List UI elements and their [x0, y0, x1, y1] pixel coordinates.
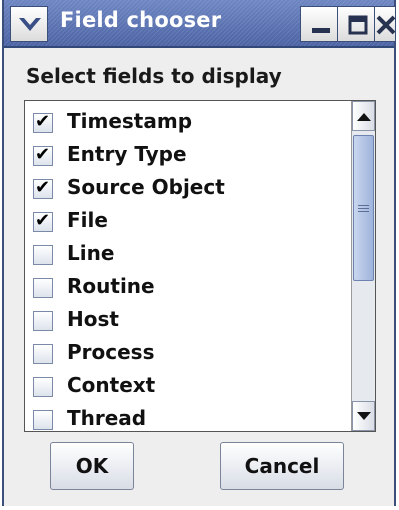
- list-item-source-object[interactable]: ✔ Source Object: [31, 173, 351, 205]
- field-label: Source Object: [67, 175, 225, 199]
- scroll-down-button[interactable]: [352, 401, 375, 431]
- field-label: Thread: [67, 406, 147, 430]
- scroll-thumb[interactable]: [353, 135, 374, 281]
- list-item-file[interactable]: ✔ File: [31, 206, 351, 238]
- list-item-process[interactable]: Process: [31, 338, 351, 370]
- close-icon: [376, 15, 396, 35]
- field-label: Context: [67, 373, 156, 397]
- list-item-timestamp[interactable]: ✔ Timestamp: [31, 107, 351, 139]
- close-button[interactable]: [374, 6, 396, 42]
- arrow-up-icon: [357, 113, 371, 121]
- list-item-line[interactable]: Line: [31, 239, 351, 271]
- list-item-context[interactable]: Context: [31, 371, 351, 403]
- field-label: Entry Type: [67, 142, 187, 166]
- chevron-down-icon: [19, 18, 41, 31]
- list-item-entry-type[interactable]: ✔ Entry Type: [31, 140, 351, 172]
- checkbox-entry-type[interactable]: ✔: [33, 144, 53, 166]
- field-label: Host: [67, 307, 119, 331]
- list-item-host[interactable]: Host: [31, 305, 351, 337]
- grip-line: [358, 211, 369, 212]
- check-mark-icon: ✔: [35, 210, 51, 231]
- checkbox-line[interactable]: [33, 245, 53, 265]
- field-label: Timestamp: [67, 109, 193, 133]
- checkbox-timestamp[interactable]: ✔: [33, 111, 53, 133]
- grip-line: [358, 205, 369, 206]
- checkbox-host[interactable]: [33, 311, 53, 331]
- checkbox-file[interactable]: ✔: [33, 210, 53, 232]
- vertical-scrollbar[interactable]: [351, 101, 375, 431]
- list-item-thread[interactable]: Thread: [31, 404, 351, 431]
- cancel-button[interactable]: Cancel: [220, 442, 344, 490]
- check-mark-icon: ✔: [35, 111, 51, 132]
- arrow-down-icon: [357, 412, 371, 420]
- field-label: File: [67, 208, 108, 232]
- title-bar[interactable]: Field chooser: [4, 0, 396, 48]
- field-chooser-window: Field chooser Select fields to display ✔…: [2, 0, 396, 506]
- minimize-icon: [312, 28, 330, 33]
- field-label: Line: [67, 241, 115, 265]
- list-item-routine[interactable]: Routine: [31, 272, 351, 304]
- grip-line: [358, 208, 369, 209]
- window-bottom-border: [4, 498, 394, 506]
- instruction-heading: Select fields to display: [26, 64, 282, 88]
- field-list-items: ✔ Timestamp ✔ Entry Type ✔ Source Object…: [25, 101, 351, 431]
- checkbox-source-object[interactable]: ✔: [33, 177, 53, 199]
- field-list: ✔ Timestamp ✔ Entry Type ✔ Source Object…: [24, 100, 376, 432]
- ok-button[interactable]: OK: [50, 442, 134, 490]
- check-mark-icon: ✔: [35, 144, 51, 165]
- checkbox-routine[interactable]: [33, 278, 53, 298]
- minimize-button[interactable]: [300, 6, 340, 42]
- window-title: Field chooser: [60, 8, 222, 32]
- maximize-button[interactable]: [337, 6, 377, 42]
- checkbox-process[interactable]: [33, 344, 53, 364]
- scroll-up-button[interactable]: [352, 101, 375, 131]
- window-menu-button[interactable]: [10, 6, 48, 42]
- maximize-icon: [348, 15, 368, 35]
- checkbox-thread[interactable]: [33, 410, 53, 430]
- field-label: Routine: [67, 274, 155, 298]
- checkbox-context[interactable]: [33, 377, 53, 397]
- check-mark-icon: ✔: [35, 177, 51, 198]
- field-label: Process: [67, 340, 155, 364]
